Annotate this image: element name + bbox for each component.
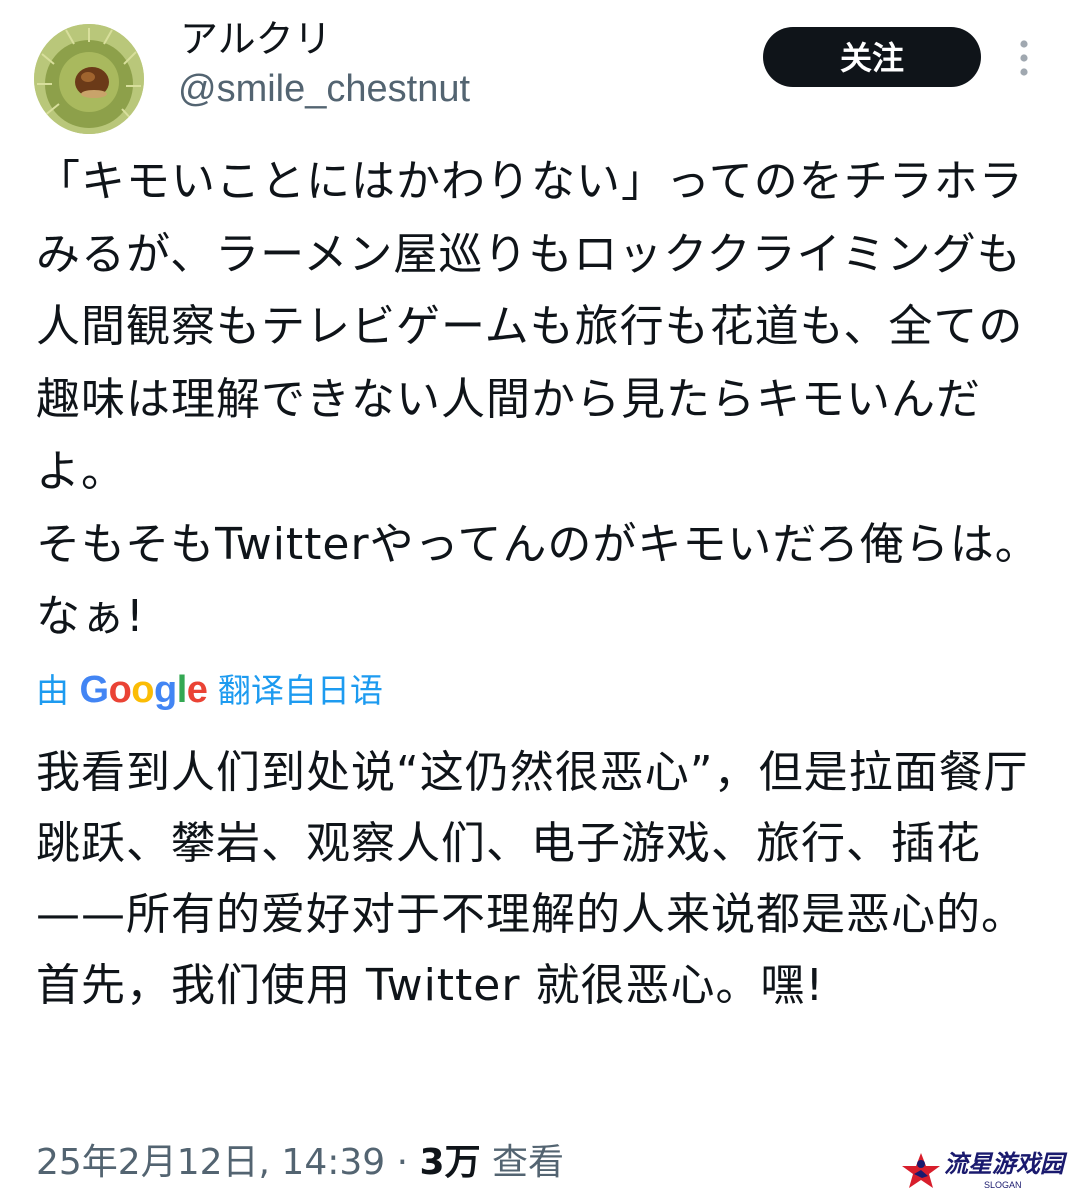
watermark-title: 流星游戏园: [944, 1150, 1064, 1178]
tweet-original-text: 「キモいことにはかわりない」ってのをチラホラみるが、ラーメン屋巡りもロッククライ…: [36, 156, 1040, 642]
watermark-subtitle: SLOGAN: [984, 1180, 1022, 1190]
views-count: 3万: [419, 1142, 481, 1183]
translation-suffix: 翻译自日语: [217, 671, 383, 710]
meta-separator: ·: [396, 1142, 409, 1183]
follow-button[interactable]: 关注: [763, 27, 981, 87]
translation-prefix: 由: [36, 671, 69, 710]
timestamp[interactable]: 25年2月12日, 14:39: [36, 1142, 385, 1183]
tweet-translated-text: 我看到人们到处说“这仍然很恶心”，但是拉面餐厅跳跃、攀岩、观察人们、电子游戏、旅…: [36, 747, 1029, 1011]
chestnut-avatar-icon: [34, 24, 144, 134]
views-label: 查看: [492, 1142, 565, 1183]
vertical-ellipsis-icon[interactable]: [1012, 38, 1036, 78]
star-logo-icon: [902, 1153, 940, 1188]
avatar[interactable]: [34, 24, 144, 134]
watermark: 流星游戏园 SLOGAN: [900, 1148, 1070, 1196]
display-name[interactable]: アルクリ: [180, 14, 332, 64]
google-logo-text: Google: [79, 669, 208, 711]
tweet-header: アルクリ @smile_chestnut 关注: [0, 0, 1080, 134]
user-handle[interactable]: @smile_chestnut: [178, 64, 470, 114]
translation-attribution[interactable]: 由 Google 翻译自日语: [36, 665, 383, 716]
tweet-meta: 25年2月12日, 14:39 · 3万 查看: [36, 1136, 564, 1190]
